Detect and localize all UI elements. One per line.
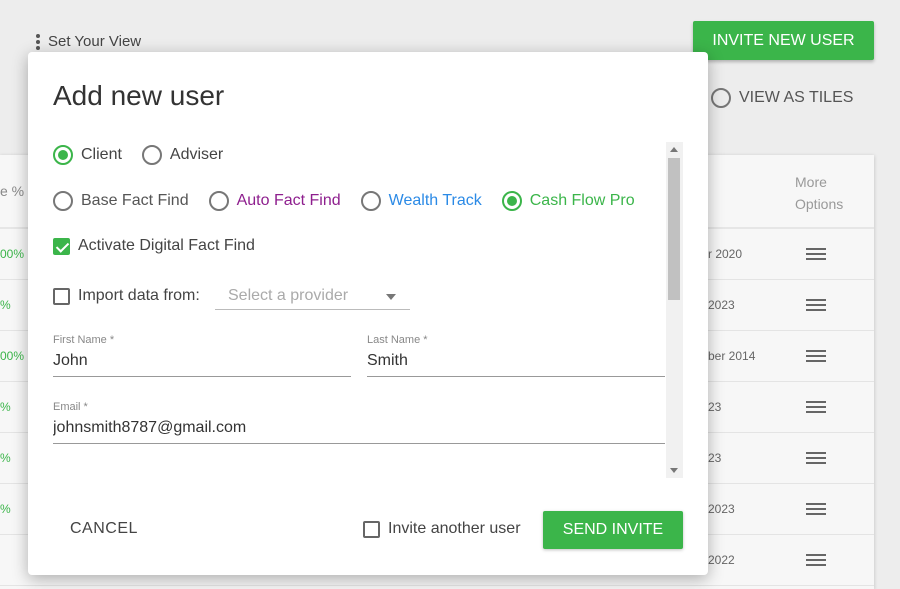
header-line: More xyxy=(795,174,827,190)
checkbox-label: Activate Digital Fact Find xyxy=(78,237,255,254)
radio-label: Client xyxy=(81,146,122,163)
radio-label: Adviser xyxy=(169,146,224,163)
more-vertical-icon xyxy=(36,33,40,50)
radio-label: Auto Fact Find xyxy=(236,192,341,209)
list-menu-icon[interactable] xyxy=(806,452,826,464)
user-type-group: Client Adviser xyxy=(53,145,223,165)
invite-new-user-button[interactable]: INVITE NEW USER xyxy=(693,21,874,60)
list-menu-icon[interactable] xyxy=(806,554,826,566)
last-name-field[interactable]: Last Name * Smith xyxy=(367,334,665,377)
first-name-field[interactable]: First Name * John xyxy=(53,334,351,377)
email-input[interactable]: johnsmith8787@gmail.com xyxy=(53,419,665,444)
cancel-button[interactable]: CANCEL xyxy=(70,520,138,538)
first-name-input[interactable]: John xyxy=(53,352,351,377)
date-cell: 2022 xyxy=(708,553,735,567)
field-label: First Name * xyxy=(53,334,115,346)
radio-icon xyxy=(360,191,381,211)
product-group: Base Fact Find Auto Fact Find Wealth Track… xyxy=(53,191,635,211)
add-user-dialog: Add new user Client Adviser Base Fact Fi… xyxy=(28,52,708,575)
activate-dff-checkbox[interactable]: Activate Digital Fact Find xyxy=(53,237,255,255)
radio-label: Wealth Track xyxy=(388,192,482,209)
radio-product[interactable]: Cash Flow Pro xyxy=(501,191,635,211)
last-name-input[interactable]: Smith xyxy=(367,352,665,377)
date-cell: 23 xyxy=(708,400,722,414)
view-as-tiles-label: VIEW AS TILES xyxy=(739,89,854,106)
view-as-tiles-radio[interactable]: VIEW AS TILES xyxy=(711,88,853,108)
provider-select[interactable]: Select a provider xyxy=(215,284,410,310)
provider-placeholder: Select a provider xyxy=(228,287,349,304)
import-data-checkbox[interactable]: Import data from: xyxy=(53,287,200,305)
radio-product[interactable]: Base Fact Find xyxy=(53,191,189,211)
set-view-label: Set Your View xyxy=(48,33,142,50)
email-field[interactable]: Email * johnsmith8787@gmail.com xyxy=(53,401,665,444)
field-label: Email * xyxy=(53,401,88,413)
date-cell: 2023 xyxy=(708,502,735,516)
scrollbar[interactable] xyxy=(666,142,683,478)
list-menu-icon[interactable] xyxy=(806,350,826,362)
scrollbar-thumb[interactable] xyxy=(668,158,680,300)
radio-label: Base Fact Find xyxy=(81,192,189,209)
radio-product[interactable]: Auto Fact Find xyxy=(208,191,341,211)
radio-icon xyxy=(53,145,73,165)
radio-icon xyxy=(141,145,162,165)
invite-another-checkbox[interactable]: Invite another user xyxy=(363,520,521,538)
list-menu-icon[interactable] xyxy=(806,299,826,311)
date-cell: ber 2014 xyxy=(708,349,756,363)
date-cell: r 2020 xyxy=(708,247,743,261)
header-line: Options xyxy=(795,196,844,212)
radio-product[interactable]: Wealth Track xyxy=(360,191,482,211)
percent-cell: % xyxy=(0,451,11,465)
radio-icon xyxy=(208,191,229,211)
set-view-menu[interactable]: Set Your View xyxy=(36,33,141,50)
radio-adviser[interactable]: Adviser xyxy=(141,145,224,165)
caret-down-icon xyxy=(386,294,396,305)
scroll-up-icon[interactable] xyxy=(670,147,678,152)
scroll-down-icon[interactable] xyxy=(670,468,678,473)
list-menu-icon[interactable] xyxy=(806,248,826,260)
checkbox-icon xyxy=(53,237,70,255)
send-invite-button[interactable]: SEND INVITE xyxy=(543,511,683,549)
radio-label: Cash Flow Pro xyxy=(529,192,635,209)
percent-cell: 00% xyxy=(0,247,25,261)
checkbox-label: Import data from: xyxy=(78,287,200,304)
dialog-title: Add new user xyxy=(53,80,225,111)
radio-client[interactable]: Client xyxy=(53,145,122,165)
radio-icon xyxy=(711,88,731,108)
checkbox-icon xyxy=(53,287,70,305)
dialog-body: Client Adviser Base Fact Find Auto Fact F… xyxy=(53,142,665,478)
percent-cell: % xyxy=(0,298,11,312)
percent-cell: % xyxy=(0,502,11,516)
field-label: Last Name * xyxy=(367,334,428,346)
radio-icon xyxy=(501,191,522,211)
column-header-more-options: More Options xyxy=(795,171,843,215)
radio-icon xyxy=(53,191,73,211)
percent-cell: % xyxy=(0,400,11,414)
checkbox-icon xyxy=(363,520,380,538)
list-menu-icon[interactable] xyxy=(806,401,826,413)
checkbox-label: Invite another user xyxy=(388,520,521,537)
date-cell: 23 xyxy=(708,451,722,465)
list-menu-icon[interactable] xyxy=(806,503,826,515)
percent-cell: 00% xyxy=(0,349,25,363)
date-cell: 2023 xyxy=(708,298,735,312)
column-header-percent: e % xyxy=(0,183,25,199)
